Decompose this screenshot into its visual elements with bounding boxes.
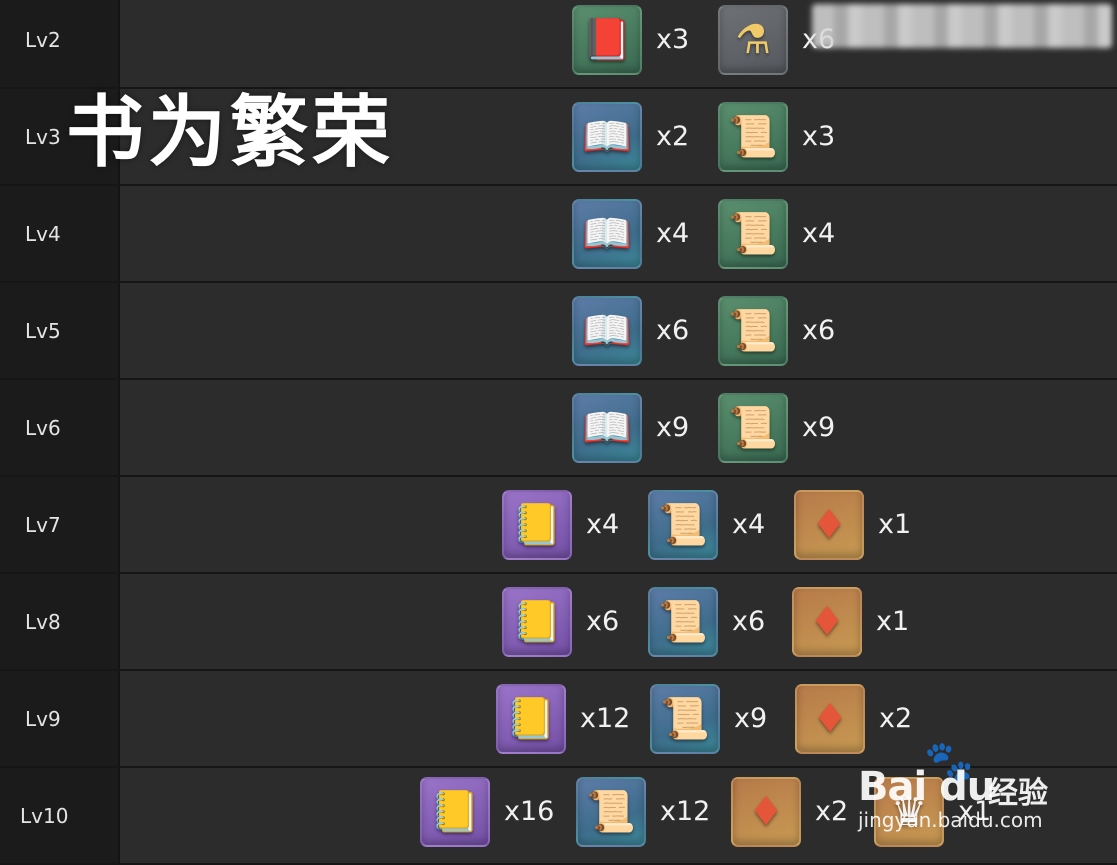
silver-book-icon: 📖 xyxy=(572,392,642,463)
material-item: 📖 x9 xyxy=(572,392,696,463)
gold-book-icon: 📒 xyxy=(496,683,566,754)
level-label: Lv10 xyxy=(0,768,120,863)
material-quantity: x6 xyxy=(656,315,690,346)
material-quantity: x6 xyxy=(586,606,620,637)
green-scroll-icon: 📜 xyxy=(718,198,788,269)
material-quantity: x4 xyxy=(586,509,620,540)
red-crystal-icon: ♦ xyxy=(731,776,801,847)
material-item: 📜 x9 xyxy=(650,683,774,754)
watermark-url: jingyan.baidu.com xyxy=(858,808,1043,832)
material-quantity: x9 xyxy=(656,412,690,443)
material-item: 📜 x3 xyxy=(718,101,842,172)
gold-scroll-icon: 📜 xyxy=(576,776,646,847)
material-item: 📕 x3 xyxy=(572,4,696,75)
material-item: 📒 x6 xyxy=(502,586,626,657)
material-item: ♦ x2 xyxy=(731,776,855,847)
level-label: Lv6 xyxy=(0,380,120,475)
material-item: 📖 x6 xyxy=(572,295,696,366)
gold-book-icon: 📒 xyxy=(502,586,572,657)
gold-scroll-icon: 📜 xyxy=(650,683,720,754)
table-row: Lv5 📖 x6 📜 x6 xyxy=(0,283,1117,380)
material-quantity: x1 xyxy=(876,606,910,637)
silver-book-icon: 📖 xyxy=(572,295,642,366)
material-quantity: x2 xyxy=(656,121,690,152)
overlay-title: 书为繁荣 xyxy=(66,88,395,178)
level-label: Lv8 xyxy=(0,574,120,669)
material-item: 📜 x6 xyxy=(648,586,772,657)
material-quantity: x9 xyxy=(734,703,768,734)
table-row: Lv4 📖 x4 📜 x4 xyxy=(0,186,1117,283)
materials-cell: 📖 x4 📜 x4 xyxy=(120,186,1117,281)
material-item: 📒 x16 xyxy=(420,776,555,847)
material-quantity: x12 xyxy=(660,796,711,828)
gold-scroll-icon: 📜 xyxy=(648,586,718,657)
material-quantity: x2 xyxy=(815,796,849,828)
material-quantity: x16 xyxy=(504,796,555,828)
material-quantity: x1 xyxy=(878,509,912,540)
green-scroll-icon: 📜 xyxy=(718,101,788,172)
silver-book-icon: 📖 xyxy=(572,101,642,172)
level-label: Lv7 xyxy=(0,477,120,572)
baidu-jingyan-watermark: 🐾 Bai du 经验 jingyan.baidu.com xyxy=(858,738,1098,838)
material-item: 📜 x12 xyxy=(576,776,711,847)
materials-cell: 📖 x6 📜 x6 xyxy=(120,283,1117,378)
gold-book-icon: 📒 xyxy=(420,776,490,847)
level-label: Lv9 xyxy=(0,671,120,766)
material-item: 📒 x4 xyxy=(502,489,626,560)
table-row: Lv7 📒 x4 📜 x4 ♦ x1 xyxy=(0,477,1117,574)
material-item: 📖 x2 xyxy=(572,101,696,172)
green-scroll-icon: 📜 xyxy=(718,295,788,366)
red-crystal-icon: ♦ xyxy=(794,489,864,560)
material-quantity: x4 xyxy=(732,509,766,540)
materials-cell: 📖 x9 📜 x9 xyxy=(120,380,1117,475)
material-quantity: x4 xyxy=(802,218,836,249)
brown-book-icon: 📕 xyxy=(572,4,642,75)
material-quantity: x12 xyxy=(580,703,631,734)
material-item: 📜 x4 xyxy=(718,198,842,269)
gold-book-icon: 📒 xyxy=(502,489,572,560)
blurred-region xyxy=(812,4,1112,48)
silver-book-icon: 📖 xyxy=(572,198,642,269)
material-item: 📒 x12 xyxy=(496,683,631,754)
material-item: ♦ x1 xyxy=(794,489,918,560)
material-item: 📜 x4 xyxy=(648,489,772,560)
gold-scroll-icon: 📜 xyxy=(648,489,718,560)
table-row: Lv6 📖 x9 📜 x9 xyxy=(0,380,1117,477)
material-item: 📖 x4 xyxy=(572,198,696,269)
material-quantity: x2 xyxy=(879,703,913,734)
material-quantity: x6 xyxy=(802,315,836,346)
green-scroll-icon: 📜 xyxy=(718,392,788,463)
potion-bottle-icon: ⚗ xyxy=(718,4,788,75)
material-quantity: x3 xyxy=(656,24,690,55)
table-row: Lv8 📒 x6 📜 x6 ♦ x1 xyxy=(0,574,1117,671)
watermark-logo: Bai du xyxy=(858,764,995,810)
red-crystal-icon: ♦ xyxy=(792,586,862,657)
level-label: Lv5 xyxy=(0,283,120,378)
material-quantity: x6 xyxy=(732,606,766,637)
material-item: 📜 x6 xyxy=(718,295,842,366)
level-label: Lv4 xyxy=(0,186,120,281)
materials-cell: 📒 x6 📜 x6 ♦ x1 xyxy=(120,574,1117,669)
watermark-label: 经验 xyxy=(988,776,1048,811)
material-item: ♦ x1 xyxy=(792,586,916,657)
material-quantity: x9 xyxy=(802,412,836,443)
red-crystal-icon: ♦ xyxy=(795,683,865,754)
materials-cell: 📒 x4 📜 x4 ♦ x1 xyxy=(120,477,1117,572)
material-quantity: x4 xyxy=(656,218,690,249)
material-quantity: x3 xyxy=(802,121,836,152)
material-item: 📜 x9 xyxy=(718,392,842,463)
